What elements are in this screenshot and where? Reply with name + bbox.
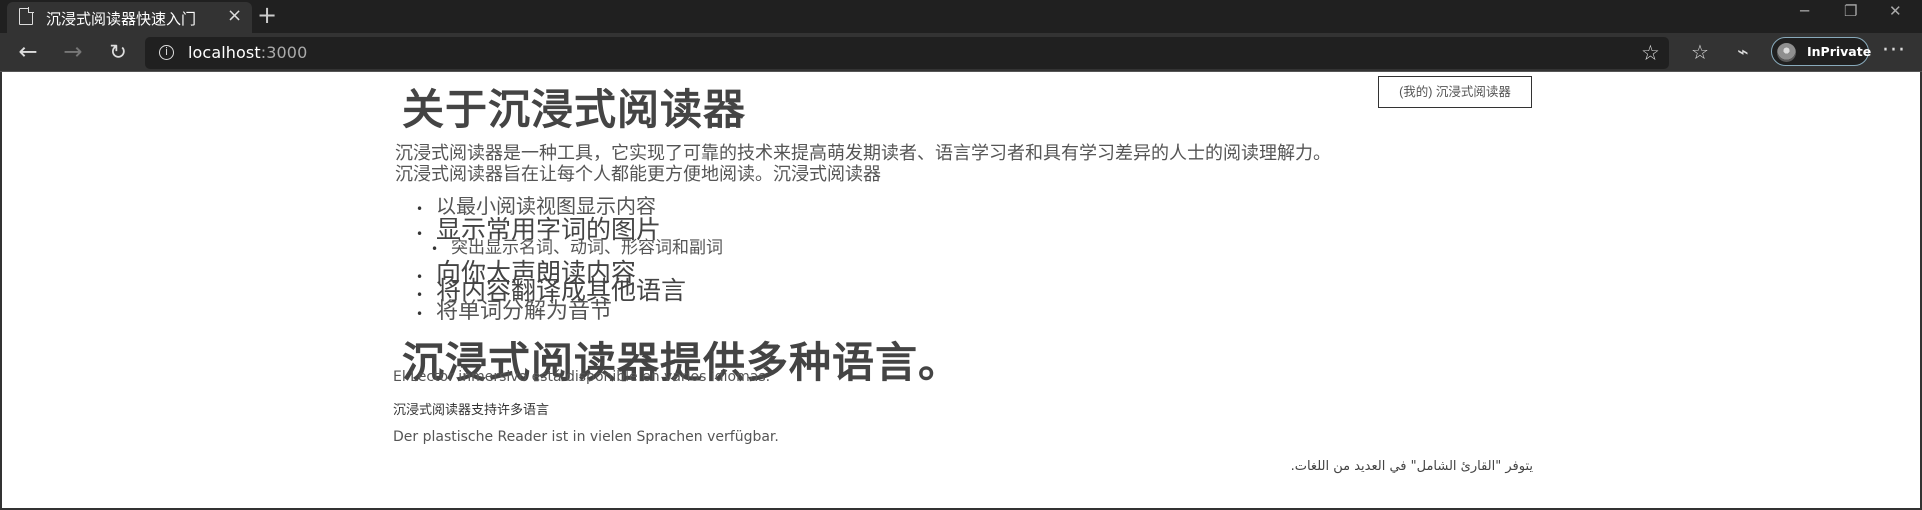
active-tab[interactable]: 沉浸式阅读器快速入门 ×	[7, 2, 252, 33]
collections-icon[interactable]: ⌁	[1731, 40, 1755, 64]
avatar	[1777, 43, 1796, 62]
info-icon[interactable]: i	[159, 45, 174, 60]
restore-icon[interactable]: ❐	[1844, 4, 1857, 19]
refresh-icon[interactable]: ↻	[106, 40, 130, 64]
chinese-text: 沉浸式阅读器支持许多语言	[393, 403, 550, 418]
back-icon[interactable]: ←	[16, 40, 40, 64]
spanish-text: El Lector inmersivo está disponible en v…	[393, 369, 771, 385]
address-text[interactable]: localhost:3000	[188, 43, 307, 62]
navigation-toolbar: ← → ↻ i localhost:3000 ☆ ☆ ⌁ InPrivate ·…	[0, 33, 1922, 72]
more-menu-icon[interactable]: ···	[1882, 38, 1906, 63]
url-host: localhost	[188, 43, 261, 62]
close-window-icon[interactable]: ✕	[1889, 4, 1902, 19]
close-tab-icon[interactable]: ×	[227, 6, 242, 26]
new-tab-button[interactable]: +	[255, 3, 279, 28]
feature-list: • 以最小阅读视图显示内容 • 显示常用字词的图片 • 突出显示名词、动词、形容词和副…	[416, 190, 1016, 324]
intro-paragraph: 沉浸式阅读器是一种工具，它实现了可靠的技术来提高萌发期读者、语言学习者和具有学习…	[395, 143, 1331, 164]
page-title: 关于沉浸式阅读器	[402, 85, 747, 134]
german-text: Der plastische Reader ist in vielen Spra…	[393, 429, 779, 445]
address-bar[interactable]: i localhost:3000 ☆	[145, 37, 1669, 69]
web-page-content: (我的) 沉浸式阅读器 关于沉浸式阅读器 沉浸式阅读器是一种工具，它实现了可靠的…	[0, 72, 1922, 510]
minimize-icon[interactable]: ─	[1800, 4, 1809, 19]
forward-icon[interactable]: →	[61, 40, 85, 64]
immersive-reader-button[interactable]: (我的) 沉浸式阅读器	[1378, 76, 1532, 108]
inprivate-label: InPrivate	[1807, 44, 1872, 59]
url-port: :3000	[260, 43, 308, 62]
page-icon	[19, 7, 34, 25]
arabic-text: يتوفر "القارئ الشامل" في العديد من اللغا…	[1290, 459, 1533, 474]
description-paragraph: 沉浸式阅读器旨在让每个人都能更方便地阅读。沉浸式阅读器	[395, 164, 881, 185]
browser-window: 沉浸式阅读器快速入门 × + ─ ❐ ✕ ← → ↻ i localhost:3…	[0, 0, 1922, 510]
favorite-star-icon[interactable]: ☆	[1641, 41, 1660, 65]
tab-title: 沉浸式阅读器快速入门	[46, 10, 197, 28]
inprivate-button[interactable]: InPrivate	[1771, 37, 1872, 66]
title-bar: 沉浸式阅读器快速入门 × + ─ ❐ ✕	[0, 0, 1922, 33]
favorites-icon[interactable]: ☆	[1688, 40, 1712, 64]
list-item: • 将单词分解为音节	[416, 299, 613, 324]
